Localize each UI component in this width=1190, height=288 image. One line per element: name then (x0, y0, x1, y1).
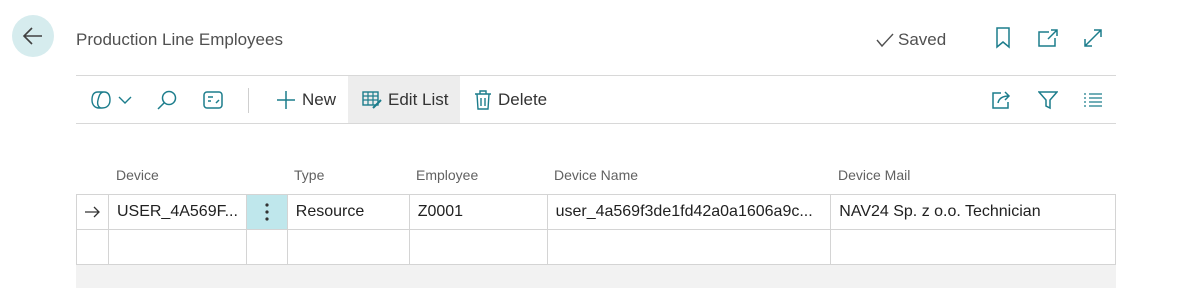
cell-device[interactable]: USER_4A569F... (108, 195, 247, 230)
empty-cell (246, 230, 288, 265)
plus-icon (277, 90, 295, 109)
empty-cell[interactable] (287, 230, 410, 265)
edit-list-button[interactable]: Edit List (348, 76, 460, 123)
empty-cell[interactable] (409, 230, 548, 265)
share-icon (992, 90, 1011, 109)
empty-cell[interactable] (547, 230, 832, 265)
empty-cell (77, 230, 109, 265)
copilot-icon (91, 90, 111, 109)
new-label: New (302, 89, 337, 109)
search-icon (157, 90, 177, 110)
column-header-type[interactable]: Type (294, 167, 324, 183)
saved-status: Saved (876, 30, 946, 50)
column-header-employee[interactable]: Employee (416, 167, 478, 183)
cell-employee[interactable]: Z0001 (409, 195, 548, 230)
checkmark-icon (876, 33, 894, 48)
cell-device-name[interactable]: user_4a569f3de1fd42a0a1606a9c... (547, 195, 832, 230)
cell-device-mail[interactable]: NAV24 Sp. z o.o. Technician (831, 195, 1116, 230)
column-header-device-mail[interactable]: Device Mail (838, 167, 910, 183)
list-view-icon (1084, 92, 1102, 107)
arrow-left-icon (22, 27, 42, 45)
filter-button[interactable] (1038, 76, 1058, 123)
edit-list-icon (362, 90, 382, 109)
bookmark-icon[interactable] (991, 26, 1015, 50)
page-title: Production Line Employees (76, 30, 283, 49)
table-row[interactable]: USER_4A569F... Resource Z0001 user_4a569… (77, 195, 1116, 230)
empty-cell[interactable] (108, 230, 247, 265)
row-actions-button[interactable] (246, 195, 288, 230)
share-button[interactable] (990, 76, 1012, 123)
list-view-button[interactable] (1083, 76, 1103, 123)
row-indicator (77, 195, 109, 230)
open-new-window-icon[interactable] (1036, 26, 1060, 50)
new-button[interactable]: New (272, 76, 340, 123)
delete-button[interactable]: Delete (474, 76, 547, 123)
chevron-down-icon (118, 96, 132, 104)
column-header-device-name[interactable]: Device Name (554, 167, 638, 183)
back-button[interactable] (12, 15, 54, 57)
saved-label: Saved (898, 30, 947, 49)
edit-list-label: Edit List (388, 89, 449, 109)
expand-icon[interactable] (1081, 26, 1105, 50)
toolbar-separator (248, 88, 249, 113)
search-button[interactable] (156, 76, 178, 123)
action-bar: New Edit List Delete (76, 75, 1116, 124)
analyze-icon (203, 90, 223, 109)
filter-icon (1038, 90, 1058, 109)
column-header-device[interactable]: Device (116, 167, 159, 183)
analyze-button[interactable] (202, 76, 224, 123)
delete-label: Delete (498, 89, 548, 109)
copilot-menu-button[interactable] (90, 76, 132, 123)
empty-cell[interactable] (831, 230, 1116, 265)
cell-type[interactable]: Resource (287, 195, 410, 230)
more-vertical-icon (265, 203, 269, 221)
table-row-empty[interactable] (77, 230, 1116, 265)
arrow-right-icon (85, 206, 101, 218)
grid-footer (76, 265, 1116, 288)
trash-icon (475, 89, 491, 110)
employees-table: USER_4A569F... Resource Z0001 user_4a569… (76, 194, 1116, 265)
